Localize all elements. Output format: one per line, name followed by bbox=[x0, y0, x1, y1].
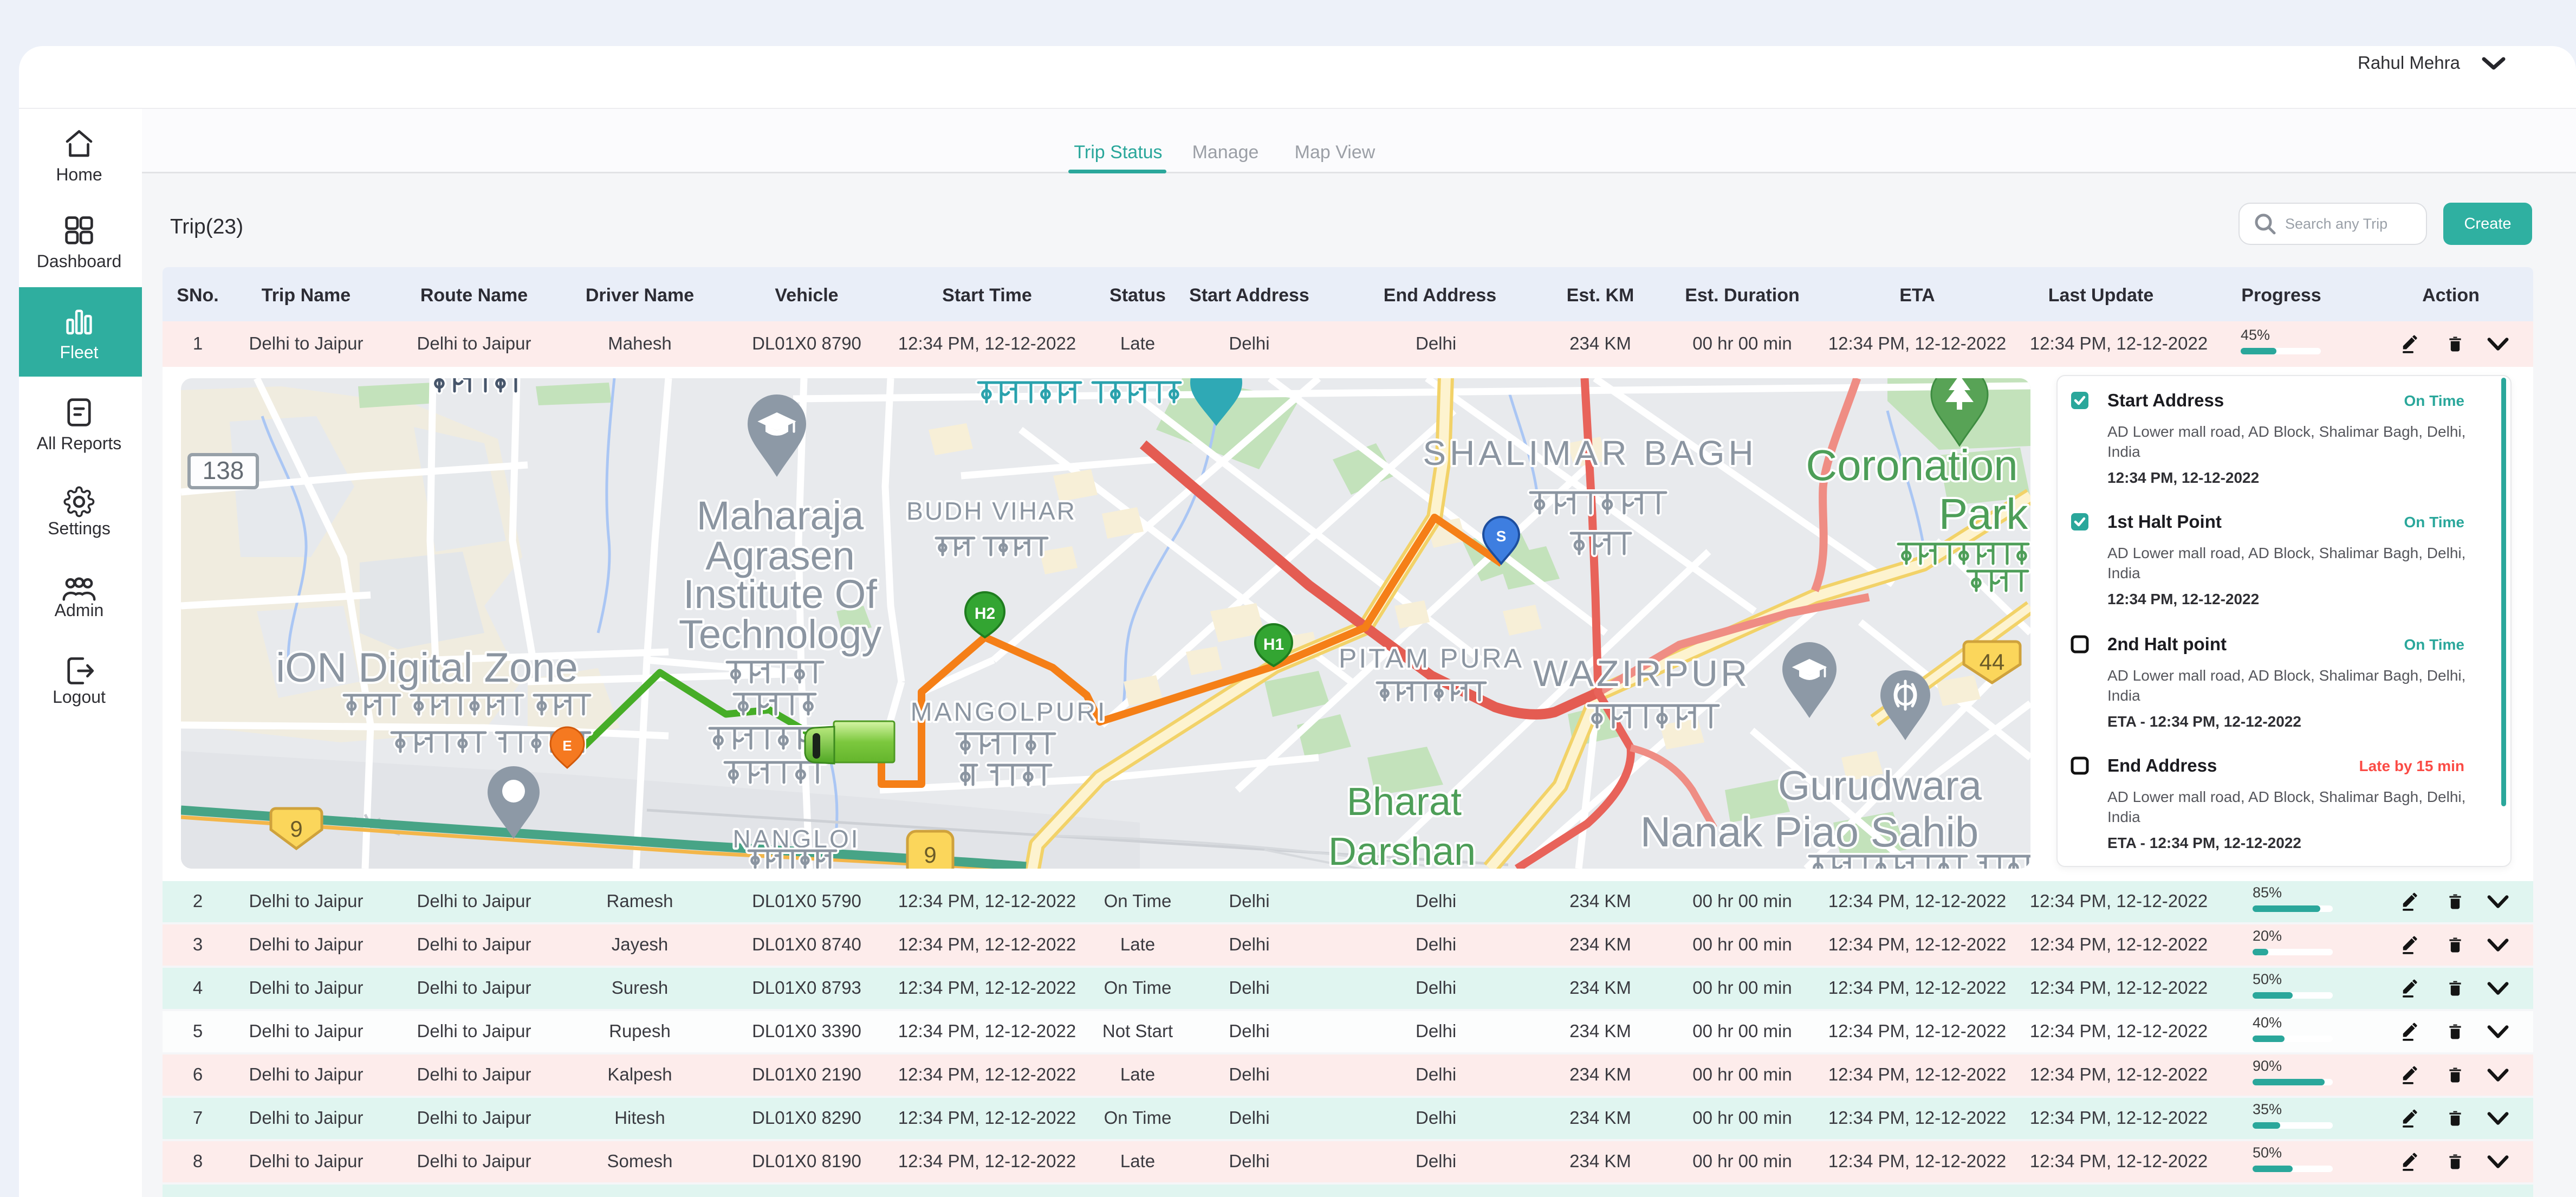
svg-text:Institute Of: Institute Of bbox=[683, 572, 877, 617]
svg-text:Coronation: Coronation bbox=[1806, 441, 2017, 489]
svg-text:MANGOLPURI: MANGOLPURI bbox=[911, 698, 1107, 727]
svg-text:9: 9 bbox=[290, 816, 302, 842]
svg-text:Darshan: Darshan bbox=[1328, 830, 1476, 869]
svg-text:PITAM PURA: PITAM PURA bbox=[1339, 643, 1524, 674]
svg-text:Nanak Piao Sahib: Nanak Piao Sahib bbox=[1640, 808, 1978, 856]
svg-text:Park: Park bbox=[1939, 490, 2028, 538]
svg-text:H2: H2 bbox=[975, 605, 995, 623]
svg-text:H1: H1 bbox=[1263, 636, 1284, 654]
svg-text:iON Digital Zone: iON Digital Zone bbox=[276, 645, 578, 691]
svg-text:Gurudwara: Gurudwara bbox=[1778, 763, 1982, 809]
svg-text:SHALIMAR BAGH: SHALIMAR BAGH bbox=[1423, 433, 1757, 473]
svg-text:S: S bbox=[1496, 528, 1507, 545]
svg-text:Maharaja: Maharaja bbox=[697, 493, 864, 538]
svg-text:9: 9 bbox=[924, 842, 936, 868]
svg-text:44: 44 bbox=[1980, 649, 2005, 675]
svg-text:BUDH VIHAR: BUDH VIHAR bbox=[906, 497, 1076, 525]
svg-text:Bharat: Bharat bbox=[1347, 780, 1462, 824]
svg-text:138: 138 bbox=[203, 456, 244, 484]
svg-text:E: E bbox=[562, 737, 572, 754]
svg-text:WAZIRPUR: WAZIRPUR bbox=[1533, 653, 1750, 694]
svg-text:Technology: Technology bbox=[679, 612, 881, 657]
